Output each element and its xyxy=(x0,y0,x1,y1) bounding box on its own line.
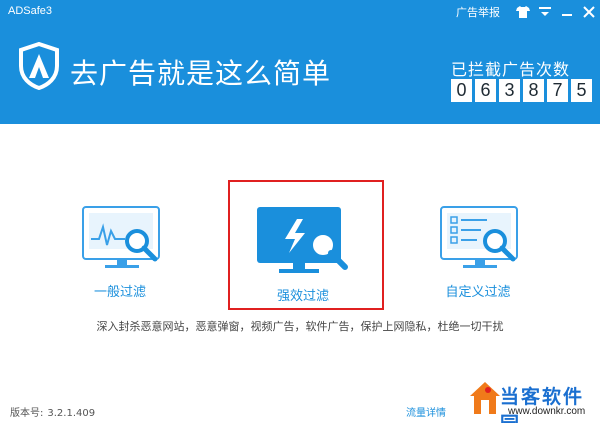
close-icon[interactable] xyxy=(578,1,600,23)
monitor-chart-search-icon xyxy=(82,206,160,268)
adsafe-shield-logo xyxy=(18,41,60,91)
custom-filter-option[interactable]: 自定义过滤 xyxy=(428,205,528,300)
counter-digit: 6 xyxy=(475,79,496,102)
version-label: 版本号: xyxy=(10,408,44,419)
counter-digit: 3 xyxy=(499,79,520,102)
window-controls: 广告举报 xyxy=(456,0,600,24)
downkr-watermark: 当客软件园 www.downkr.com xyxy=(468,380,600,423)
watermark-url: www.downkr.com xyxy=(508,406,586,417)
app-title: ADSafe3 xyxy=(8,5,53,17)
skin-tshirt-icon[interactable] xyxy=(512,1,534,23)
counter-digit: 8 xyxy=(523,79,544,102)
counter-digit: 7 xyxy=(547,79,568,102)
version-info: 版本号: 3.2.1.409 xyxy=(10,404,95,419)
slogan-heading: 去广告就是这么简单 xyxy=(70,57,332,90)
blocked-count-label: 已拦截广告次数 xyxy=(451,60,571,79)
traffic-details-link[interactable]: 流量详情 xyxy=(406,404,446,419)
version-number: 3.2.1.409 xyxy=(47,408,96,419)
ad-report-link[interactable]: 广告举报 xyxy=(456,4,500,20)
house-logo-icon xyxy=(470,382,500,414)
counter-digit: 5 xyxy=(571,79,592,102)
monitor-checklist-search-icon xyxy=(440,206,518,268)
option-label: 一般过滤 xyxy=(93,285,146,300)
general-filter-option[interactable]: 一般过滤 xyxy=(70,205,170,300)
option-label: 自定义过滤 xyxy=(445,285,511,300)
counter-digit: 0 xyxy=(451,79,472,102)
blocked-counter: 0 6 3 8 7 5 xyxy=(451,79,592,102)
filter-description: 深入封杀恶意网站，恶意弹窗，视频广告，软件广告，保护上网隐私，杜绝一切干扰 xyxy=(96,320,504,333)
minimize-icon[interactable] xyxy=(556,1,578,23)
menu-icon[interactable] xyxy=(534,1,556,23)
selection-highlight xyxy=(228,180,384,310)
header-banner: ADSafe3 广告举报 去广告就是这么简单 已拦截广告次数 0 6 3 8 7… xyxy=(0,0,600,124)
